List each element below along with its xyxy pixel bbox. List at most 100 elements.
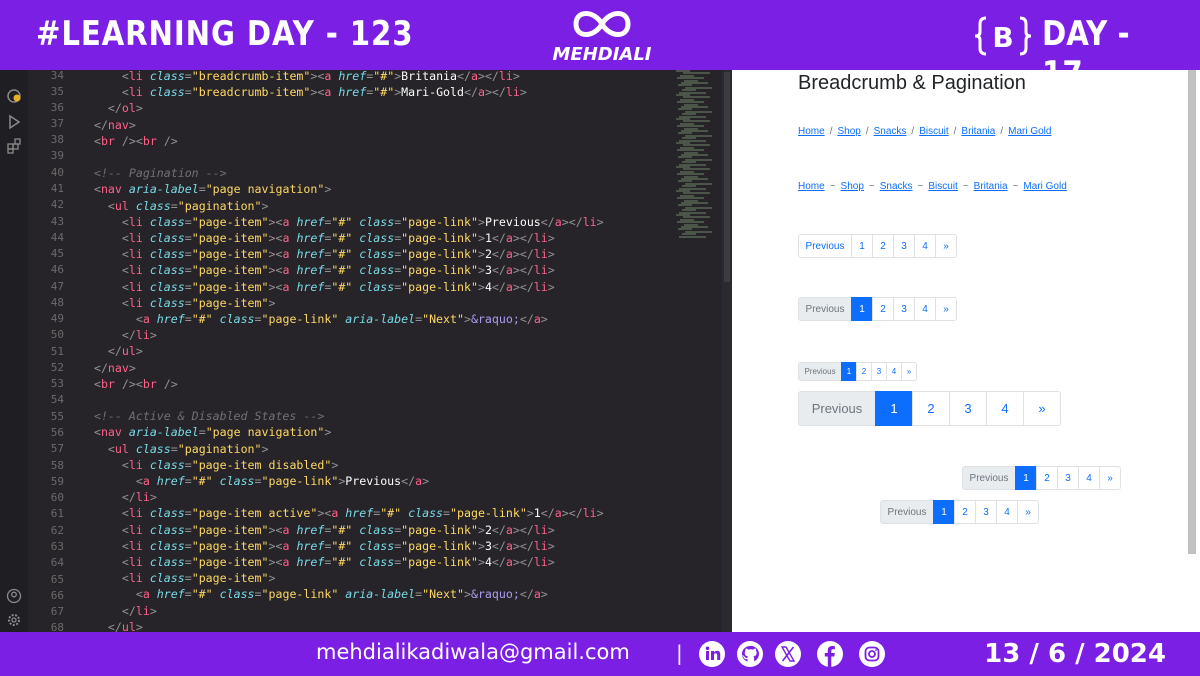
linkedin-icon[interactable]: [698, 640, 726, 668]
code-line[interactable]: <nav aria-label="page navigation">: [80, 424, 672, 440]
code-line[interactable]: <ul class="pagination">: [80, 198, 672, 214]
page-link-3[interactable]: 3: [975, 500, 997, 524]
code-line[interactable]: <br /><br />: [80, 376, 672, 392]
page-link-4[interactable]: 4: [996, 500, 1018, 524]
code-line[interactable]: <a href="#" class="page-link">Previous</…: [80, 473, 672, 489]
page-link-3[interactable]: 3: [949, 391, 987, 426]
page-link-3[interactable]: 3: [1057, 466, 1079, 490]
page-previous-link[interactable]: Previous: [798, 234, 852, 258]
editor-scrollbar-thumb[interactable]: [724, 72, 730, 282]
page-link-2[interactable]: 2: [912, 391, 950, 426]
code-line[interactable]: <li class="page-item"><a href="#" class=…: [80, 262, 672, 278]
page-next-link[interactable]: »: [1017, 500, 1039, 524]
preview-scrollbar[interactable]: [1188, 70, 1196, 554]
code-line[interactable]: [80, 149, 672, 165]
breadcrumb-link[interactable]: Britania: [961, 126, 995, 137]
page-next-link[interactable]: »: [1099, 466, 1121, 490]
code-line[interactable]: </ol>: [80, 100, 672, 116]
code-line[interactable]: </nav>: [80, 117, 672, 133]
breadcrumb-link[interactable]: Snacks: [880, 181, 913, 192]
page-link-2[interactable]: 2: [856, 362, 872, 381]
code-line[interactable]: <a href="#" class="page-link" aria-label…: [80, 586, 672, 602]
github-icon[interactable]: [736, 640, 764, 668]
breadcrumb-link[interactable]: Biscuit: [928, 181, 957, 192]
code-line[interactable]: <li class="page-item">: [80, 570, 672, 586]
code-line[interactable]: <!-- Active & Disabled States -->: [80, 408, 672, 424]
breadcrumb-link[interactable]: Britania: [974, 181, 1008, 192]
breadcrumb-link[interactable]: Mari Gold: [1023, 181, 1066, 192]
page-link-4[interactable]: 4: [1078, 466, 1100, 490]
page-link-1[interactable]: 1: [851, 234, 873, 258]
code-line[interactable]: <li class="page-item active"><a href="#"…: [80, 505, 672, 521]
code-line[interactable]: <ul class="pagination">: [80, 441, 672, 457]
code-line[interactable]: <a href="#" class="page-link" aria-label…: [80, 311, 672, 327]
code-line[interactable]: <br /><br />: [80, 133, 672, 149]
page-link-2[interactable]: 2: [872, 234, 894, 258]
page-link-2[interactable]: 2: [872, 297, 894, 321]
page-next-link[interactable]: »: [1023, 391, 1061, 426]
page-link-4[interactable]: 4: [914, 297, 936, 321]
code-line[interactable]: [80, 392, 672, 408]
facebook-icon[interactable]: [816, 640, 844, 668]
page-link-1[interactable]: 1: [1015, 466, 1037, 490]
breadcrumb-link[interactable]: Home: [798, 181, 825, 192]
code-line[interactable]: <li class="page-item"><a href="#" class=…: [80, 554, 672, 570]
code-line[interactable]: <li class="breadcrumb-item"><a href="#">…: [80, 70, 672, 84]
page-link-1[interactable]: 1: [851, 297, 873, 321]
line-number: 34: [50, 70, 64, 82]
page-link-1[interactable]: 1: [841, 362, 857, 381]
code-line[interactable]: </li>: [80, 489, 672, 505]
breadcrumb-separator: /: [829, 126, 833, 137]
breadcrumb-link[interactable]: Mari Gold: [1008, 126, 1051, 137]
page-next-link[interactable]: »: [935, 234, 957, 258]
x-icon[interactable]: [774, 640, 802, 668]
code-line[interactable]: <!-- Pagination -->: [80, 165, 672, 181]
code-line[interactable]: <li class="page-item">: [80, 295, 672, 311]
code-line[interactable]: <li class="page-item"><a href="#" class=…: [80, 246, 672, 262]
page-link-3[interactable]: 3: [871, 362, 887, 381]
breadcrumb-link[interactable]: Home: [798, 126, 825, 137]
breadcrumb-link[interactable]: Biscuit: [919, 126, 948, 137]
code-line[interactable]: <li class="page-item"><a href="#" class=…: [80, 230, 672, 246]
contact-email[interactable]: mehdialikadiwala@gmail.com: [316, 640, 630, 664]
breadcrumb-link[interactable]: Snacks: [874, 126, 907, 137]
code-line[interactable]: </ul>: [80, 343, 672, 359]
code-line[interactable]: <li class="page-item"><a href="#" class=…: [80, 214, 672, 230]
page-link-1[interactable]: 1: [933, 500, 955, 524]
page-next-link[interactable]: »: [901, 362, 917, 381]
settings-gear-icon[interactable]: [6, 612, 22, 628]
page-link-2[interactable]: 2: [954, 500, 976, 524]
code-line[interactable]: <li class="breadcrumb-item"><a href="#">…: [80, 84, 672, 100]
post-date: 13 / 6 / 2024: [984, 639, 1166, 669]
breadcrumb-link[interactable]: Shop: [841, 181, 864, 192]
page-link-4[interactable]: 4: [886, 362, 902, 381]
page-link-3[interactable]: 3: [893, 234, 915, 258]
footer-separator: |: [676, 641, 683, 665]
page-link-4[interactable]: 4: [986, 391, 1024, 426]
page-link-3[interactable]: 3: [893, 297, 915, 321]
run-icon[interactable]: [6, 114, 22, 130]
code-line[interactable]: <li class="page-item disabled">: [80, 457, 672, 473]
debug-icon[interactable]: [6, 88, 22, 104]
account-icon[interactable]: [6, 588, 22, 604]
code-line[interactable]: <li class="page-item"><a href="#" class=…: [80, 279, 672, 295]
code-line[interactable]: <li class="page-item"><a href="#" class=…: [80, 538, 672, 554]
code-line[interactable]: </nav>: [80, 360, 672, 376]
page-link-4[interactable]: 4: [914, 234, 936, 258]
code-line[interactable]: </li>: [80, 603, 672, 619]
code-content[interactable]: <li class="breadcrumb-item"><a href="#">…: [80, 70, 672, 632]
code-minimap[interactable]: [672, 70, 722, 240]
code-line[interactable]: <li class="page-item"><a href="#" class=…: [80, 522, 672, 538]
code-line[interactable]: </ul>: [80, 619, 672, 632]
code-line[interactable]: <nav aria-label="page navigation">: [80, 181, 672, 197]
page-link-1[interactable]: 1: [875, 391, 913, 426]
page-link-2[interactable]: 2: [1036, 466, 1058, 490]
breadcrumb-link[interactable]: Shop: [837, 126, 860, 137]
line-number: 68: [50, 621, 64, 632]
instagram-icon[interactable]: [858, 640, 886, 668]
extensions-icon[interactable]: [6, 138, 22, 154]
header-banner: #LEARNING DAY - 123 MEHDIALI B DAY - 17: [0, 0, 1200, 94]
page-next-link[interactable]: »: [935, 297, 957, 321]
pagination-active-disabled: Previous 1 2 3 4 »: [798, 297, 957, 321]
code-line[interactable]: </li>: [80, 327, 672, 343]
